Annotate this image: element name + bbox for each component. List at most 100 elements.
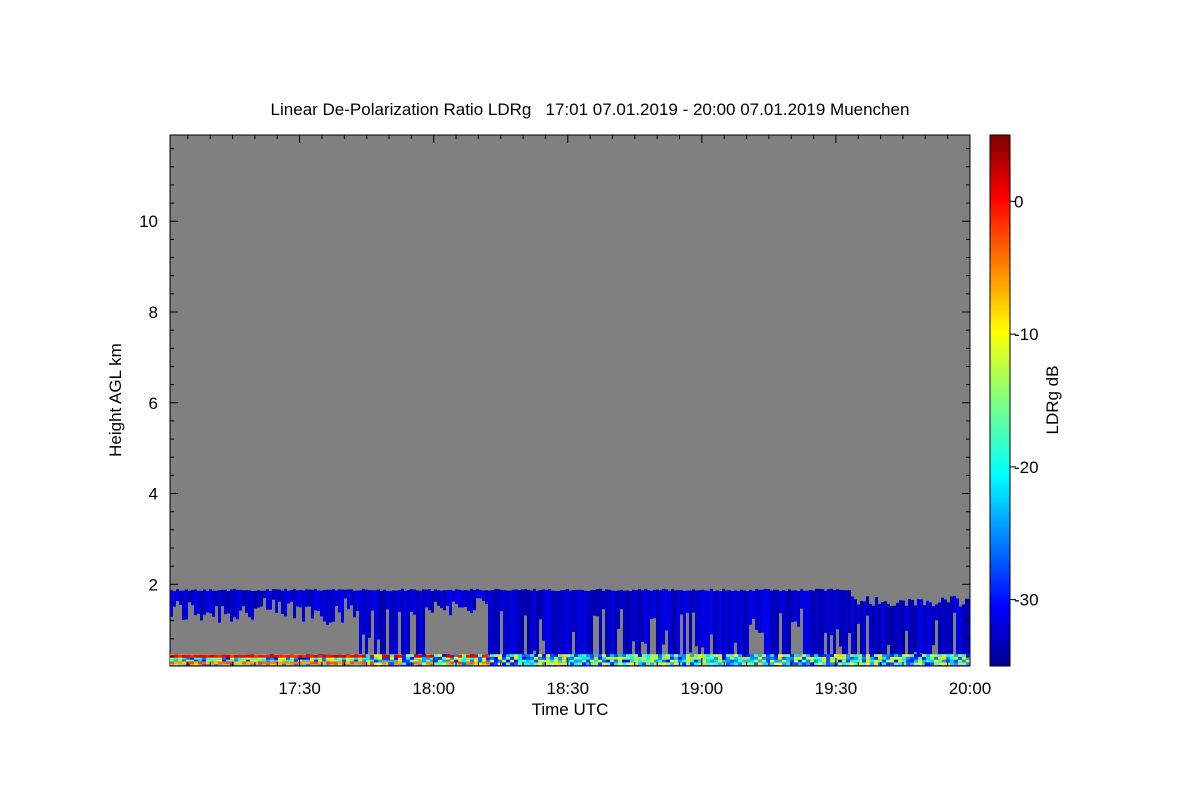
surface-pixel xyxy=(498,654,502,657)
surface-band-pixel xyxy=(482,661,486,665)
surface-pixel xyxy=(626,659,630,663)
surface-band-pixel xyxy=(446,661,450,665)
surface-pixel xyxy=(678,659,682,663)
cloud-column xyxy=(170,590,173,617)
surface-pixel xyxy=(950,654,954,657)
surface-pixel xyxy=(462,656,466,660)
surface-pixel xyxy=(694,656,698,660)
surface-band-pixel xyxy=(202,661,206,665)
cloud-column xyxy=(641,590,644,642)
surface-band-pixel xyxy=(326,661,330,665)
x-tick-label: 18:00 xyxy=(412,679,455,698)
surface-pixel xyxy=(590,654,594,657)
surface-pixel xyxy=(882,662,886,666)
surface-band-pixel xyxy=(338,661,342,665)
cloud-column xyxy=(932,606,935,646)
surface-pixel xyxy=(878,656,882,660)
surface-pixel xyxy=(534,654,538,657)
surface-band-pixel xyxy=(182,661,186,665)
surface-pixel xyxy=(930,654,934,657)
surface-pixel xyxy=(922,656,926,660)
surface-pixel xyxy=(366,659,370,663)
cloud-column xyxy=(218,590,221,623)
surface-pixel xyxy=(890,656,894,660)
cloud-column xyxy=(734,590,737,643)
surface-band-pixel xyxy=(270,654,274,658)
surface-pixel xyxy=(506,654,510,657)
surface-band-pixel xyxy=(302,661,306,665)
cloud-column xyxy=(857,604,860,624)
surface-band-pixel xyxy=(178,654,182,658)
surface-pixel xyxy=(722,656,726,660)
surface-pixel xyxy=(602,662,606,666)
cloud-column xyxy=(386,590,389,610)
cloud-column xyxy=(887,604,890,646)
surface-pixel xyxy=(866,654,870,657)
surface-pixel xyxy=(718,659,722,663)
surface-band-pixel xyxy=(346,661,350,665)
surface-pixel xyxy=(918,662,922,666)
surface-pixel xyxy=(538,656,542,660)
surface-pixel xyxy=(786,659,790,663)
surface-pixel xyxy=(898,659,902,663)
surface-pixel xyxy=(938,654,942,657)
surface-pixel xyxy=(622,656,626,660)
cloud-column xyxy=(173,591,176,607)
cloud-column xyxy=(182,590,185,620)
x-tick-label: 18:30 xyxy=(546,679,589,698)
surface-pixel xyxy=(870,654,874,657)
surface-band-pixel xyxy=(278,661,282,665)
surface-pixel xyxy=(774,654,778,657)
surface-pixel xyxy=(842,654,846,657)
surface-pixel xyxy=(818,662,822,666)
surface-pixel xyxy=(494,656,498,660)
cloud-column xyxy=(758,589,761,633)
surface-pixel xyxy=(690,662,694,666)
surface-pixel xyxy=(722,659,726,663)
surface-pixel xyxy=(534,659,538,663)
surface-band-pixel xyxy=(246,661,250,665)
surface-pixel xyxy=(882,656,886,660)
surface-pixel xyxy=(554,656,558,660)
surface-pixel xyxy=(794,656,798,660)
surface-pixel xyxy=(510,659,514,663)
surface-pixel xyxy=(806,656,810,660)
surface-pixel xyxy=(406,654,410,657)
surface-pixel xyxy=(938,656,942,660)
surface-pixel xyxy=(958,654,962,657)
surface-pixel xyxy=(442,662,446,666)
surface-pixel xyxy=(650,662,654,666)
surface-band-pixel xyxy=(266,661,270,665)
surface-pixel xyxy=(734,662,738,666)
surface-band-pixel xyxy=(270,661,274,665)
surface-band-pixel xyxy=(250,661,254,665)
surface-pixel xyxy=(554,654,558,657)
surface-band-pixel xyxy=(486,654,490,658)
surface-pixel xyxy=(502,654,506,657)
surface-pixel xyxy=(566,654,570,657)
surface-band-pixel xyxy=(218,654,222,658)
surface-pixel xyxy=(618,656,622,660)
surface-pixel xyxy=(574,659,578,663)
surface-pixel xyxy=(442,656,446,660)
surface-pixel xyxy=(918,654,922,657)
surface-pixel xyxy=(646,662,650,666)
surface-pixel xyxy=(914,654,918,657)
surface-pixel xyxy=(802,654,806,657)
surface-pixel xyxy=(530,659,534,663)
surface-pixel xyxy=(874,662,878,666)
surface-pixel xyxy=(546,656,550,660)
surface-pixel xyxy=(942,654,946,657)
surface-pixel xyxy=(858,656,862,660)
surface-pixel xyxy=(818,656,822,660)
cloud-column xyxy=(206,591,209,613)
surface-pixel xyxy=(510,654,514,657)
surface-pixel xyxy=(530,656,534,660)
surface-pixel xyxy=(726,659,730,663)
surface-pixel xyxy=(506,662,510,666)
cloud-column xyxy=(350,589,353,606)
surface-pixel xyxy=(630,656,634,660)
surface-pixel xyxy=(718,656,722,660)
surface-pixel xyxy=(750,656,754,660)
surface-band-pixel xyxy=(370,661,374,665)
